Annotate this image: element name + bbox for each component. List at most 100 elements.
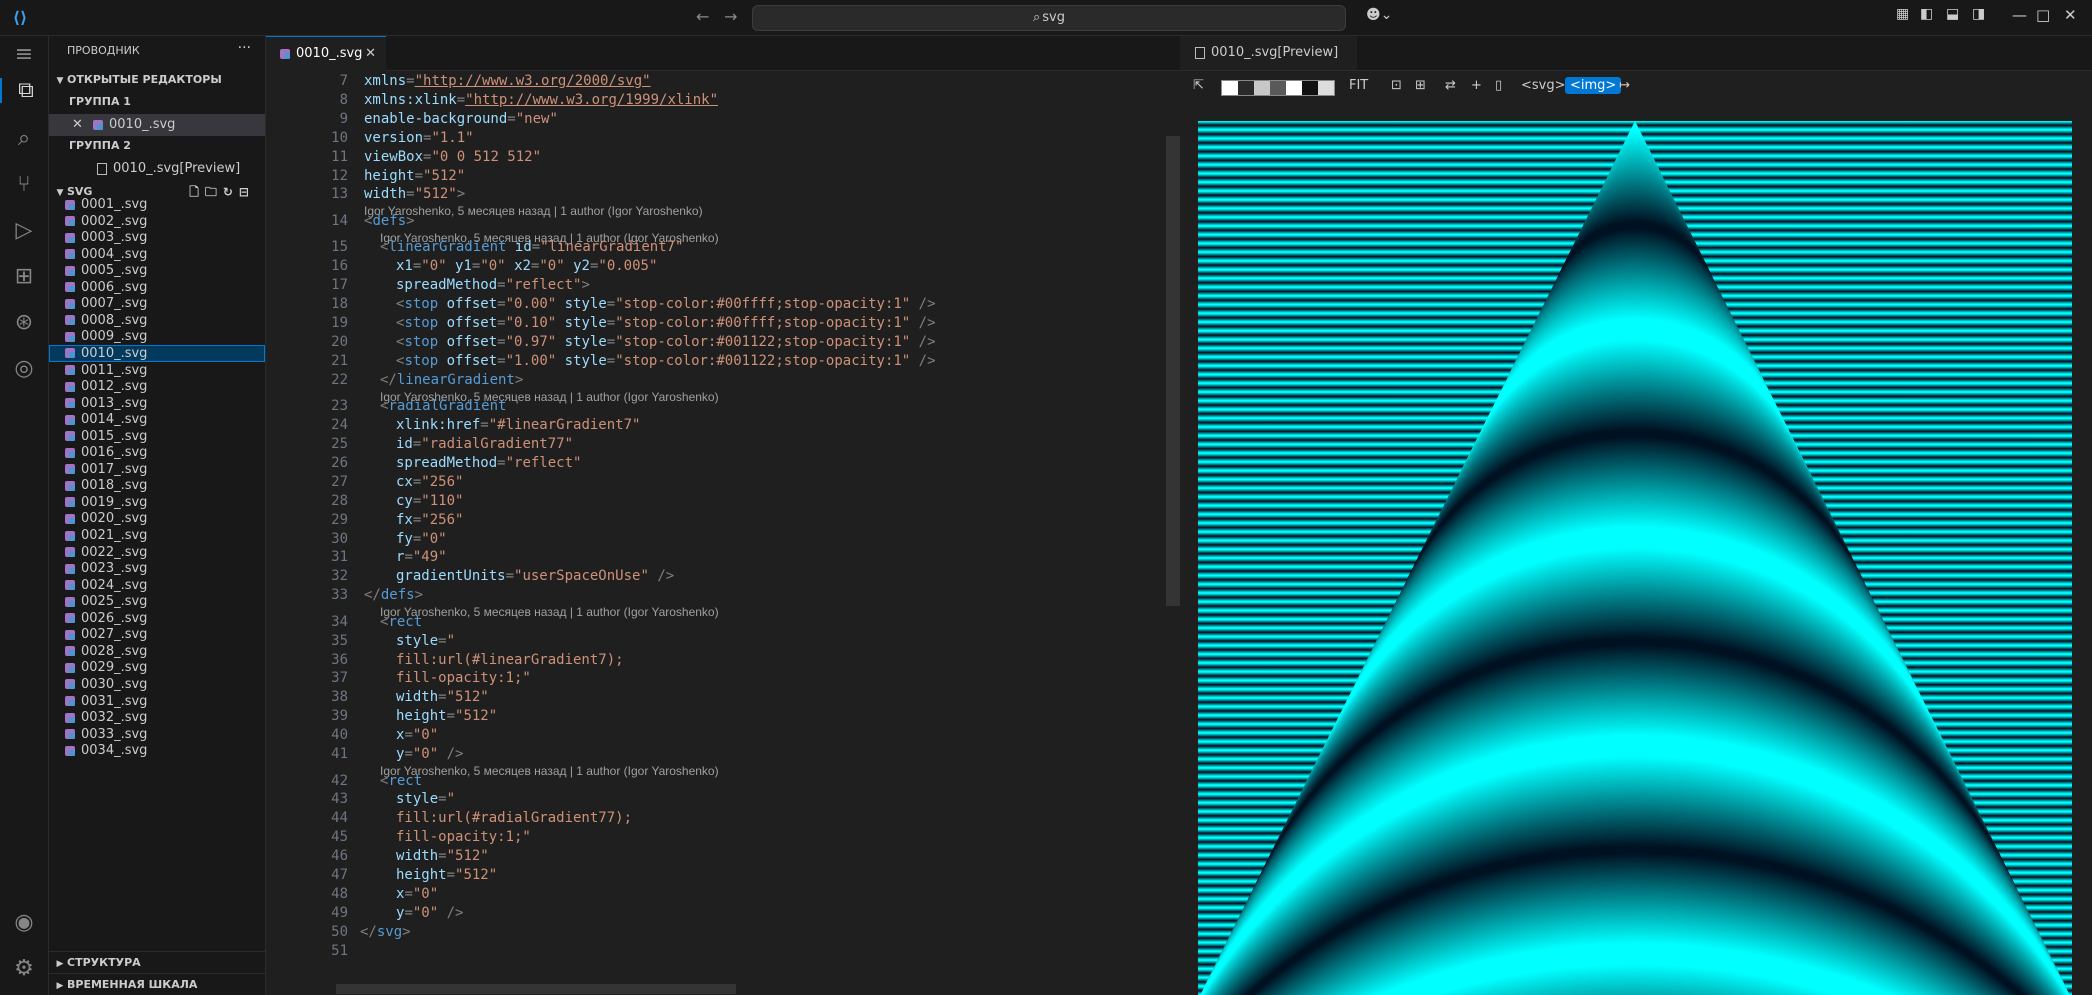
file-item[interactable]: 0029_.svg: [49, 659, 265, 676]
toggle-panel-icon[interactable]: ⬓: [1946, 6, 1959, 22]
file-item[interactable]: 0030_.svg: [49, 676, 265, 693]
token: "reflect": [505, 454, 582, 471]
swap-icon[interactable]: ⇄: [1445, 78, 1456, 93]
horizontal-scrollbar[interactable]: [336, 984, 736, 994]
command-center-search[interactable]: ⌕ svg: [752, 5, 1346, 31]
svg-file-icon: [65, 696, 75, 706]
img-mode-button[interactable]: <img>: [1565, 77, 1622, 94]
token: >: [414, 587, 424, 604]
file-item[interactable]: 0001_.svg: [49, 196, 265, 213]
account-icon[interactable]: ◉: [0, 910, 48, 935]
file-item[interactable]: 0033_.svg: [49, 726, 265, 743]
background-swatch[interactable]: [1222, 81, 1238, 95]
file-item[interactable]: 0023_.svg: [49, 560, 265, 577]
file-item[interactable]: 0015_.svg: [49, 428, 265, 445]
tab-preview[interactable]: 0010_.svg[Preview]: [1181, 36, 1357, 70]
background-swatches[interactable]: [1221, 80, 1335, 96]
file-item[interactable]: 0017_.svg: [49, 461, 265, 478]
svg-file-icon: [65, 613, 75, 624]
customize-layout-icon[interactable]: ▦: [1896, 6, 1909, 22]
zoom-actual-icon[interactable]: ⊞: [1415, 78, 1426, 93]
code-line: 40 x="0": [266, 726, 1166, 745]
file-item[interactable]: 0003_.svg: [49, 229, 265, 246]
menu-icon[interactable]: ≡: [0, 42, 48, 67]
file-name: 0006_.svg: [65, 279, 147, 296]
line-content: gradientUnits="userSpaceOnUse" />: [396, 567, 674, 586]
outline-section[interactable]: ▶ СТРУКТУРА: [49, 951, 265, 974]
file-item[interactable]: 0026_.svg: [49, 610, 265, 627]
file-item[interactable]: 0016_.svg: [49, 444, 265, 461]
toggle-secondary-sidebar-icon[interactable]: ◨: [1972, 6, 1985, 22]
fit-button[interactable]: FIT: [1349, 78, 1368, 93]
file-item[interactable]: 0014_.svg: [49, 411, 265, 428]
file-item[interactable]: 0011_.svg: [49, 362, 265, 379]
file-item[interactable]: 0005_.svg: [49, 262, 265, 279]
file-item[interactable]: 0022_.svg: [49, 544, 265, 561]
vertical-scrollbar[interactable]: [1166, 136, 1180, 606]
token: style: [564, 352, 607, 369]
run-debug-icon[interactable]: ▷: [0, 218, 48, 243]
token: fill:url(#linearGradient7);: [396, 651, 624, 668]
pin-icon[interactable]: ⇱: [1193, 78, 1204, 93]
more-actions-icon[interactable]: ···: [238, 40, 251, 56]
extensions-icon[interactable]: ⊞: [0, 264, 48, 289]
close-icon[interactable]: ✕: [72, 114, 83, 136]
file-item[interactable]: 0006_.svg: [49, 279, 265, 296]
file-item[interactable]: 0013_.svg: [49, 395, 265, 412]
zoom-fit-icon[interactable]: ⊡: [1391, 78, 1402, 93]
line-number: 20: [331, 333, 348, 350]
copilot-icon[interactable]: ☻⌄: [1366, 7, 1392, 23]
background-swatch[interactable]: [1302, 81, 1318, 95]
source-control-icon[interactable]: ⑂: [0, 172, 48, 197]
timeline-section[interactable]: ▶ ВРЕМЕННАЯ ШКАЛА: [49, 973, 265, 995]
background-swatch[interactable]: [1286, 81, 1302, 95]
background-swatch[interactable]: [1318, 81, 1334, 95]
arrow-right-icon[interactable]: ↦: [1619, 78, 1630, 93]
file-item[interactable]: 0031_.svg: [49, 693, 265, 710]
file-item[interactable]: 0019_.svg: [49, 494, 265, 511]
plus-icon[interactable]: +: [1471, 78, 1482, 93]
explorer-icon[interactable]: ⧉: [0, 78, 50, 103]
background-swatch[interactable]: [1254, 81, 1270, 95]
file-item[interactable]: 0020_.svg: [49, 510, 265, 527]
file-item[interactable]: 0025_.svg: [49, 593, 265, 610]
svg-render-canvas: [1198, 121, 2072, 995]
background-swatch[interactable]: [1238, 81, 1254, 95]
file-item[interactable]: 0028_.svg: [49, 643, 265, 660]
file-item[interactable]: 0007_.svg: [49, 295, 265, 312]
file-item[interactable]: 0008_.svg: [49, 312, 265, 329]
minimize-icon[interactable]: —: [2012, 6, 2027, 24]
remote-explorer-icon[interactable]: ◎: [0, 356, 48, 381]
background-swatch[interactable]: [1270, 81, 1286, 95]
file-item[interactable]: 0027_.svg: [49, 626, 265, 643]
settings-icon[interactable]: ⚙: [0, 956, 48, 981]
file-item[interactable]: 0002_.svg: [49, 213, 265, 230]
file-item[interactable]: 0012_.svg: [49, 378, 265, 395]
search-icon[interactable]: ⌕: [0, 126, 48, 151]
file-item[interactable]: 0004_.svg: [49, 246, 265, 263]
tab-0010-svg[interactable]: 0010_.svg ✕: [266, 36, 386, 71]
git-graph-icon[interactable]: ⊛: [0, 310, 48, 335]
file-item[interactable]: 0034_.svg: [49, 742, 265, 759]
token: =: [404, 904, 413, 921]
file-item[interactable]: 0018_.svg: [49, 477, 265, 494]
file-item[interactable]: 0032_.svg: [49, 709, 265, 726]
toggle-sidebar-icon[interactable]: ◧: [1920, 6, 1933, 22]
code-line: 35 style=": [266, 632, 1166, 651]
open-editor-preview-item[interactable]: 0010_.svg[Preview]: [49, 158, 265, 180]
back-arrow-icon[interactable]: ←: [696, 7, 709, 26]
close-window-icon[interactable]: ✕: [2064, 6, 2077, 24]
close-icon[interactable]: ✕: [365, 37, 376, 71]
line-content: id="radialGradient77": [396, 435, 573, 454]
code-area[interactable]: 7 xmlns="http://www.w3.org/2000/svg" 8 xmln…: [266, 72, 1166, 995]
maximize-icon[interactable]: □: [2036, 6, 2050, 24]
forward-arrow-icon[interactable]: →: [724, 7, 737, 26]
file-item[interactable]: 0010_.svg: [49, 344, 265, 362]
svg-mode-button[interactable]: <svg>: [1521, 78, 1566, 93]
document-icon[interactable]: ▯: [1495, 78, 1502, 93]
file-item[interactable]: 0021_.svg: [49, 527, 265, 544]
open-editors-header[interactable]: ▼ ОТКРЫТЫЕ РЕДАКТОРЫ: [49, 70, 265, 90]
file-item[interactable]: 0009_.svg: [49, 328, 265, 345]
open-editor-item[interactable]: ✕ 0010_.svg: [49, 114, 265, 136]
file-item[interactable]: 0024_.svg: [49, 577, 265, 594]
